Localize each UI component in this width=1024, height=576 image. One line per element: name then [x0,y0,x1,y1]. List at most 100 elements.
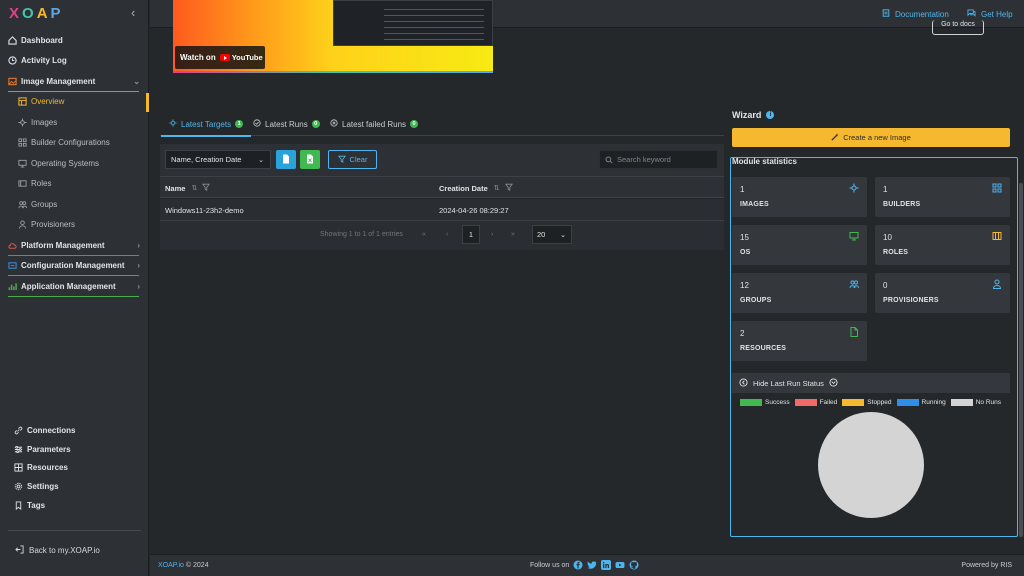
footer-social: Follow us on [530,560,639,570]
sidebar-item-image-management[interactable]: Image Management ⌄ [0,71,149,92]
watch-on-youtube-button[interactable]: Watch on YouTube [175,46,265,69]
stat-label: IMAGES [740,201,769,208]
stat-card-roles[interactable]: 10 ROLES [875,225,1010,265]
page-size-select[interactable]: 20 ⌄ [532,225,572,244]
tab-count-badge: 1 [235,120,244,128]
facebook-icon[interactable] [573,560,583,570]
sidebar-item-provisioners[interactable]: Provisioners [0,215,149,236]
sidebar-item-label: Images [31,117,58,127]
runs-tabs: Latest Targets 1 Latest Runs 0 Latest fa… [160,112,724,137]
stat-card-builders[interactable]: 1 BUILDERS [875,177,1010,217]
search-input[interactable] [617,155,712,164]
youtube-logo: YouTube [219,53,263,62]
column-label: Creation Date [439,183,488,193]
sidebar-item-images[interactable]: Images [0,112,149,133]
provisioner-icon [18,220,27,229]
go-to-docs-button[interactable]: Go to docs [932,20,984,35]
sort-icon[interactable]: ⇅ [494,184,500,192]
stat-card-images[interactable]: 1 IMAGES [732,177,867,217]
table-row[interactable]: Windows11-23h2-demo 2024-04-26 08:29:27 [160,199,724,221]
sidebar-item-dashboard[interactable]: Dashboard [0,30,149,51]
monitor-icon [18,159,27,168]
stat-card-resources[interactable]: 2 RESOURCES [732,321,867,361]
sidebar-item-builder-configurations[interactable]: Builder Configurations [0,133,149,154]
column-header-name[interactable]: Name ⇅ [165,183,211,193]
sidebar-item-overview[interactable]: Overview [0,92,149,113]
documentation-link[interactable]: Documentation [882,9,949,19]
x-circle-icon [330,119,338,129]
xoap-logo[interactable]: XOAP [9,5,64,22]
panel-scrollbar[interactable] [1019,183,1023,537]
pagination: Showing 1 to 1 of 1 entries « ‹ 1 › » 20… [160,221,724,250]
back-to-my-xoap-link[interactable]: Back to my.XOAP.io [15,545,100,556]
sidebar-item-activity-log[interactable]: Activity Log [0,51,149,72]
images-icon [849,183,859,193]
export-excel-button[interactable] [300,150,320,169]
sort-select[interactable]: Name, Creation Date ⌄ [165,150,271,169]
back-arrow-icon [15,545,24,556]
sidebar-item-label: Application Management [21,281,116,291]
legend-item-stopped[interactable]: Stopped [842,399,892,406]
next-page-button[interactable]: › [491,231,493,238]
footer-brand-link[interactable]: XOAP.io [158,562,184,569]
current-page-button[interactable]: 1 [462,225,480,244]
legend-item-failed[interactable]: Failed [794,399,837,406]
sidebar-item-roles[interactable]: Roles [0,174,149,195]
legend-label: Stopped [867,399,892,406]
create-new-image-button[interactable]: Create a new Image [732,128,1010,147]
filter-icon[interactable] [504,183,513,193]
sidebar-item-parameters[interactable]: Parameters [0,440,149,459]
resources-icon [14,463,23,472]
stat-value: 0 [883,281,888,290]
sidebar-item-connections[interactable]: Connections [0,421,149,440]
youtube-icon[interactable] [615,560,625,570]
tab-latest-targets[interactable]: Latest Targets 1 [160,116,252,137]
stat-card-groups[interactable]: 12 GROUPS [732,273,867,313]
legend-item-no-runs[interactable]: No Runs [950,399,1001,406]
sidebar-item-configuration-management[interactable]: Configuration Management › [0,256,149,277]
wizard-title: Wizard i [732,110,775,120]
sidebar-item-resources[interactable]: Resources [0,458,149,477]
collapse-sidebar-icon[interactable]: ‹ [131,5,135,20]
run-status-legend: Success Failed Stopped Running No Runs [740,399,1006,406]
groups-icon [18,200,27,209]
sidebar-item-operating-systems[interactable]: Operating Systems [0,153,149,174]
chevron-down-icon: ⌄ [560,231,566,239]
sidebar-item-tags[interactable]: Tags [0,496,149,515]
get-help-link[interactable]: Get Help [967,9,1013,19]
tab-latest-runs[interactable]: Latest Runs 0 [253,116,320,132]
sidebar-item-platform-management[interactable]: Platform Management › [0,235,149,256]
export-csv-button[interactable] [276,150,296,169]
gear-icon [14,482,23,491]
sidebar-item-groups[interactable]: Groups [0,194,149,215]
hide-last-run-status-toggle[interactable]: Hide Last Run Status [732,373,1010,393]
filter-icon[interactable] [202,183,211,193]
legend-item-success[interactable]: Success [740,399,790,406]
monitor-icon [849,231,859,241]
run-status-pie-chart[interactable] [818,412,924,518]
twitter-icon[interactable] [587,560,597,570]
clear-filters-button[interactable]: Clear [328,150,377,169]
first-page-button[interactable]: « [422,231,426,238]
filter-icon [337,155,346,165]
sidebar-item-label: Parameters [27,444,71,454]
dashboard-icon [8,35,17,45]
sidebar-item-settings[interactable]: Settings [0,477,149,496]
sidebar-item-application-management[interactable]: Application Management › [0,276,149,297]
prev-page-button[interactable]: ‹ [446,231,448,238]
sort-icon[interactable]: ⇅ [191,184,197,192]
stat-card-os[interactable]: 15 OS [732,225,867,265]
linkedin-icon[interactable] [601,560,612,570]
last-page-button[interactable]: » [511,231,515,238]
legend-item-running[interactable]: Running [896,399,946,406]
youtube-video-embed[interactable]: Watch on YouTube [173,0,493,73]
column-header-creation-date[interactable]: Creation Date ⇅ [439,183,513,193]
legend-swatch [950,399,973,406]
sidebar-item-label: Dashboard [21,35,63,45]
github-icon[interactable] [629,560,639,570]
info-icon[interactable]: i [766,111,775,119]
youtube-play-icon [219,54,230,61]
stat-card-provisioners[interactable]: 0 PROVISIONERS [875,273,1010,313]
sidebar-item-label: Resources [27,463,68,473]
tab-latest-failed-runs[interactable]: Latest failed Runs 0 [330,116,419,132]
